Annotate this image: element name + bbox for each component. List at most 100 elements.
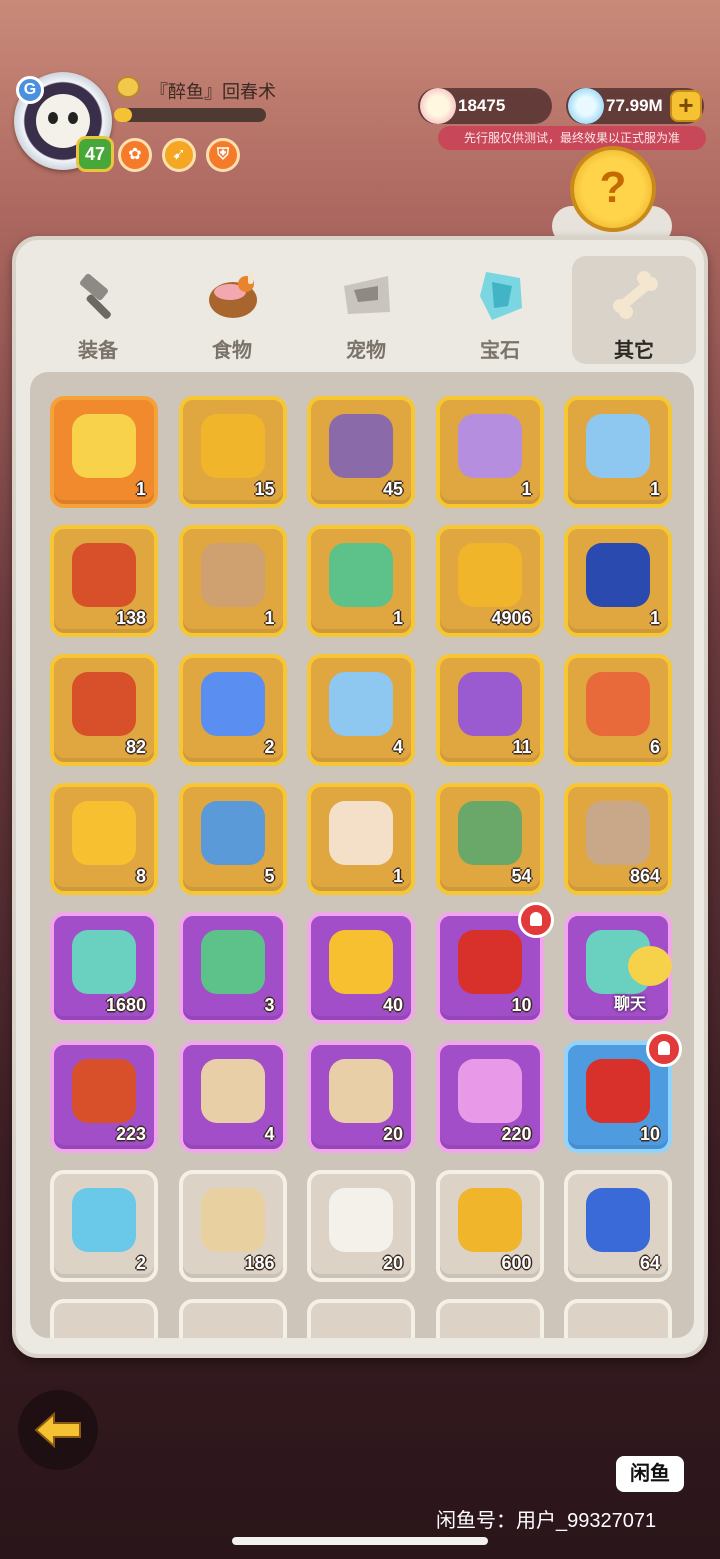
sun-coin-icon [457, 1188, 522, 1252]
blue-scroll-icon [200, 801, 265, 865]
tab-food[interactable]: 食物 [170, 256, 294, 364]
inventory-item[interactable]: 20 [307, 1041, 415, 1153]
winged-badge-icon [200, 672, 265, 736]
inventory-item[interactable]: 3 [178, 912, 287, 1024]
purple-swirl-bag-icon [457, 672, 522, 736]
inventory-item-partial[interactable] [435, 1299, 544, 1338]
tab-gems[interactable]: 宝石 [438, 256, 562, 364]
inventory-item[interactable]: 2 [178, 654, 287, 766]
inventory-item[interactable]: 64 [564, 1170, 672, 1282]
item-count: 1 [392, 866, 403, 886]
item-count: 1 [264, 608, 275, 628]
item-count: 82 [125, 737, 146, 757]
inventory-item[interactable]: 20 [307, 1170, 415, 1282]
inventory-item[interactable]: 1 [50, 396, 158, 508]
notification-bell-icon [646, 1031, 682, 1067]
inventory-item[interactable]: 45 [307, 396, 415, 508]
buff-feather-icon[interactable]: ➹ [162, 138, 196, 172]
inventory-item[interactable]: 1 [564, 525, 672, 637]
item-grid-scroll[interactable]: 1 15 45 1 1 138 1 1 4906 1 82 2 4 11 6 8 5 1 54 864 1680 3 40 1… [30, 372, 694, 1338]
blue-ore-icon [586, 1188, 650, 1252]
inventory-item[interactable]: 5 [178, 783, 287, 895]
inventory-item[interactable]: 4 [307, 654, 415, 766]
pink-crystal-icon [457, 1059, 522, 1123]
tab-pets[interactable]: 宠物 [304, 256, 428, 364]
purple-pet-bag-icon [457, 414, 522, 478]
inventory-item[interactable]: 11 [435, 654, 544, 766]
tab-equipment[interactable]: 装备 [36, 256, 160, 364]
inventory-item[interactable]: 54 [435, 783, 544, 895]
item-count: 223 [115, 1124, 146, 1144]
inventory-item[interactable]: 1680 [50, 912, 158, 1024]
home-indicator[interactable] [232, 1537, 488, 1545]
inventory-item[interactable]: 1 [178, 525, 287, 637]
teal-ticket-icon [72, 930, 136, 994]
gold-star-icon [329, 930, 393, 994]
inventory-item[interactable]: 223 [50, 1041, 158, 1153]
mystery-meat-icon [200, 1059, 265, 1123]
inventory-item[interactable]: 4 [178, 1041, 287, 1153]
inventory-item-partial[interactable] [178, 1299, 287, 1338]
inventory-item[interactable]: 1 [307, 525, 415, 637]
item-count: 6 [649, 737, 660, 757]
chat-label[interactable]: 聊天 [614, 990, 646, 1014]
boar-crystal-icon [72, 414, 136, 478]
item-count: 10 [639, 1124, 660, 1144]
item-count: 1 [521, 479, 532, 499]
inventory-item[interactable]: 10 [564, 1031, 682, 1153]
item-count: 1 [649, 608, 660, 628]
crystal-icon [568, 88, 604, 124]
item-count: 15 [254, 479, 275, 499]
inventory-item[interactable]: 220 [435, 1041, 544, 1153]
inventory-panel: 装备 食物 宠物 宝石 其它 1 15 45 1 1 138 1 1 4906 … [12, 236, 708, 1358]
pet-skull-icon [344, 276, 390, 314]
item-count: 8 [135, 866, 146, 886]
tab-other[interactable]: 其它 [572, 256, 696, 364]
spotted-bag-icon [200, 1188, 265, 1252]
inventory-item[interactable]: 186 [178, 1170, 287, 1282]
buff-shield-icon[interactable]: ⛨ [206, 138, 240, 172]
item-count: 220 [501, 1124, 532, 1144]
inventory-item[interactable]: 82 [50, 654, 158, 766]
inventory-item[interactable]: 1 [307, 783, 415, 895]
add-currency-button[interactable]: + [670, 90, 702, 122]
item-count: 3 [264, 995, 275, 1015]
item-count: 4 [264, 1124, 275, 1144]
red-chest-icon [72, 543, 136, 607]
inventory-item[interactable]: 4906 [435, 525, 544, 637]
item-count: 1 [649, 479, 660, 499]
inventory-item[interactable]: 15 [178, 396, 287, 508]
chat-bubble-icon[interactable] [628, 946, 672, 986]
test-server-notice: 先行服仅供测试，最终效果以正式服为准 [438, 126, 706, 150]
dice-icon [329, 1188, 393, 1252]
back-button[interactable] [18, 1390, 98, 1470]
gender-card-icon [72, 1188, 136, 1252]
green-statue-icon [457, 801, 522, 865]
buff-mushroom-icon[interactable]: ✿ [118, 138, 152, 172]
inventory-item[interactable]: 6 [564, 654, 672, 766]
gold-coin-icon [457, 543, 522, 607]
help-question-button[interactable]: ? [570, 146, 656, 232]
inventory-item[interactable]: 1 [435, 396, 544, 508]
red-envelope-icon [586, 1059, 650, 1123]
inventory-item[interactable]: 1 [564, 396, 672, 508]
item-count: 600 [501, 1253, 532, 1273]
inventory-item[interactable]: 138 [50, 525, 158, 637]
item-count: 54 [511, 866, 532, 886]
inventory-item[interactable]: 8 [50, 783, 158, 895]
character-face-icon [329, 801, 393, 865]
inventory-item[interactable]: 600 [435, 1170, 544, 1282]
blue-gem-bag-icon [329, 672, 393, 736]
item-count: 4906 [491, 608, 532, 628]
inventory-item[interactable]: 2 [50, 1170, 158, 1282]
inventory-item[interactable]: 864 [564, 783, 672, 895]
inventory-item[interactable]: 10 [435, 902, 554, 1024]
inventory-item[interactable]: 40 [307, 912, 415, 1024]
currency-pearls[interactable]: 18475 [418, 88, 552, 124]
inventory-item-partial[interactable] [307, 1299, 415, 1338]
category-tabs: 装备 食物 宠物 宝石 其它 [36, 256, 696, 366]
player-name: 『醉鱼』回春术 [150, 82, 276, 102]
inventory-item-partial[interactable] [564, 1299, 672, 1338]
inventory-item-partial[interactable] [50, 1299, 158, 1338]
xianyu-logo: 闲鱼 [616, 1456, 684, 1492]
